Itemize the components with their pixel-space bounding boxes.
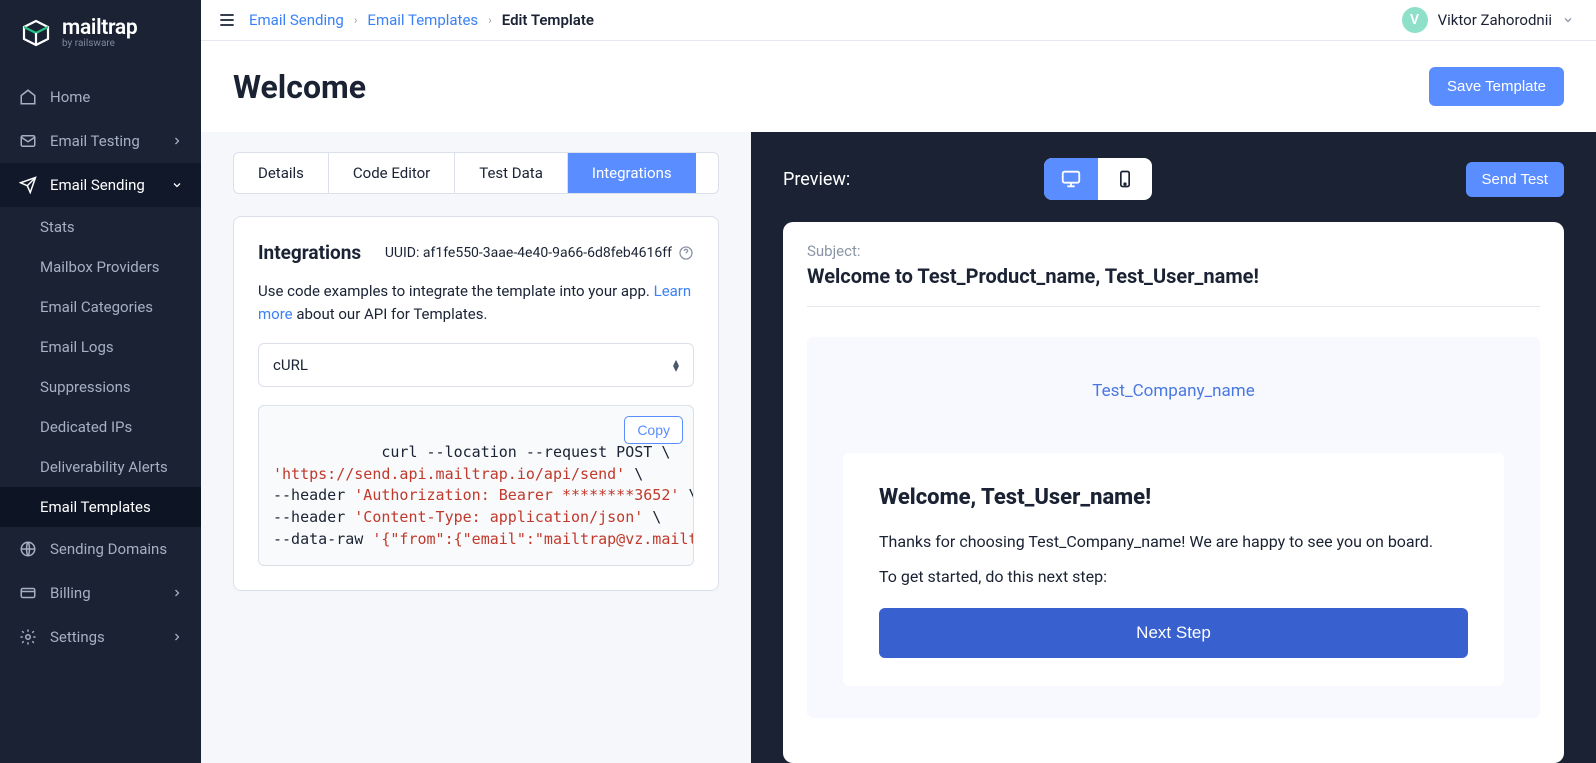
- next-step-button[interactable]: Next Step: [879, 608, 1468, 658]
- welcome-heading: Welcome, Test_User_name!: [879, 485, 1468, 510]
- preview-pane: Preview: Send Test: [751, 132, 1596, 763]
- user-name: Viktor Zahorodnii: [1438, 11, 1552, 29]
- crumb-current: Edit Template: [502, 11, 594, 29]
- tab-code-editor[interactable]: Code Editor: [329, 153, 455, 193]
- view-mobile-button[interactable]: [1098, 158, 1152, 200]
- page-header: Welcome Save Template: [201, 41, 1596, 132]
- select-chevron-icon: ▴▾: [673, 359, 679, 371]
- nav: Home Email Testing Email Sending: [0, 69, 201, 659]
- nav-label: Settings: [50, 628, 105, 646]
- nav-home[interactable]: Home: [0, 75, 201, 119]
- preview-surface: Subject: Welcome to Test_Product_name, T…: [783, 222, 1564, 763]
- gear-icon: [18, 627, 38, 647]
- brand-byline: by railsware: [62, 38, 137, 49]
- body-paragraph-1: Thanks for choosing Test_Company_name! W…: [879, 532, 1468, 551]
- nav-sub-logs[interactable]: Email Logs: [0, 327, 201, 367]
- mailtrap-logo-icon: [20, 17, 52, 49]
- language-select[interactable]: cURL ▴▾: [258, 343, 694, 387]
- chevron-right-icon: ›: [354, 13, 358, 27]
- nav-email-sending[interactable]: Email Sending: [0, 163, 201, 207]
- nav-sub-dedicated[interactable]: Dedicated IPs: [0, 407, 201, 447]
- view-toggle: [1044, 158, 1152, 200]
- home-icon: [18, 87, 38, 107]
- tab-integrations[interactable]: Integrations: [568, 153, 696, 193]
- select-value: cURL: [273, 356, 308, 374]
- chevron-right-icon: [171, 135, 183, 147]
- crumb-email-templates[interactable]: Email Templates: [367, 11, 478, 29]
- nav-settings[interactable]: Settings: [0, 615, 201, 659]
- nav-sub-stats[interactable]: Stats: [0, 207, 201, 247]
- save-template-button[interactable]: Save Template: [1429, 67, 1564, 106]
- chevron-right-icon: [171, 631, 183, 643]
- body-paragraph-2: To get started, do this next step:: [879, 567, 1468, 586]
- email-body: Test_Company_name Welcome, Test_User_nam…: [807, 337, 1540, 718]
- sidebar: mailtrap by railsware Home Email Testing: [0, 0, 201, 763]
- nav-label: Email Testing: [50, 132, 140, 150]
- crumb-email-sending[interactable]: Email Sending: [249, 11, 344, 29]
- tab-details[interactable]: Details: [234, 153, 329, 193]
- nav-billing[interactable]: Billing: [0, 571, 201, 615]
- help-text: Use code examples to integrate the templ…: [258, 280, 694, 325]
- nav-label: Billing: [50, 584, 91, 602]
- subject-label: Subject:: [807, 242, 1540, 260]
- menu-toggle-button[interactable]: [215, 8, 239, 32]
- nav-label: Sending Domains: [50, 540, 167, 558]
- avatar: V: [1402, 7, 1428, 33]
- nav-sub-categories[interactable]: Email Categories: [0, 287, 201, 327]
- subject-line: Welcome to Test_Product_name, Test_User_…: [807, 264, 1540, 307]
- integrations-title: Integrations: [258, 241, 361, 264]
- nav-label: Email Sending: [50, 176, 145, 194]
- hamburger-icon: [217, 10, 237, 30]
- send-test-button[interactable]: Send Test: [1466, 162, 1564, 197]
- nav-sending-domains[interactable]: Sending Domains: [0, 527, 201, 571]
- page-title: Welcome: [233, 68, 366, 106]
- preview-label: Preview:: [783, 169, 850, 190]
- integrations-card: Integrations UUID: af1fe550-3aae-4e40-9a…: [233, 216, 719, 591]
- topbar: Email Sending › Email Templates › Edit T…: [201, 0, 1596, 41]
- nav-sub-templates[interactable]: Email Templates: [0, 487, 201, 527]
- left-pane: Details Code Editor Test Data Integratio…: [201, 132, 751, 763]
- send-icon: [18, 175, 38, 195]
- tabs: Details Code Editor Test Data Integratio…: [233, 152, 719, 194]
- brand-name: mailtrap: [62, 16, 137, 40]
- tab-test-data[interactable]: Test Data: [455, 153, 568, 193]
- mail-check-icon: [18, 131, 38, 151]
- chevron-down-icon: [1562, 14, 1574, 26]
- brand-logo[interactable]: mailtrap by railsware: [0, 0, 201, 69]
- main: Email Sending › Email Templates › Edit T…: [201, 0, 1596, 763]
- uuid-label: UUID: af1fe550-3aae-4e40-9a66-6d8feb4616…: [385, 245, 694, 261]
- chevron-right-icon: ›: [488, 13, 492, 27]
- nav-sub-deliverability[interactable]: Deliverability Alerts: [0, 447, 201, 487]
- globe-icon: [18, 539, 38, 559]
- chevron-right-icon: [171, 587, 183, 599]
- breadcrumb: Email Sending › Email Templates › Edit T…: [249, 11, 594, 29]
- mobile-icon: [1115, 169, 1135, 189]
- nav-email-testing[interactable]: Email Testing: [0, 119, 201, 163]
- help-circle-icon[interactable]: [678, 245, 694, 261]
- nav-label: Home: [50, 88, 90, 106]
- user-menu[interactable]: V Viktor Zahorodnii: [1402, 7, 1574, 33]
- card-icon: [18, 583, 38, 603]
- code-example[interactable]: Copycurl --location --request POST \ 'ht…: [258, 405, 694, 566]
- company-name: Test_Company_name: [843, 381, 1504, 401]
- desktop-icon: [1060, 168, 1082, 190]
- chevron-down-icon: [171, 179, 183, 191]
- copy-button[interactable]: Copy: [624, 416, 683, 444]
- nav-sub-mailbox[interactable]: Mailbox Providers: [0, 247, 201, 287]
- preview-toolbar: Preview: Send Test: [751, 132, 1596, 222]
- nav-sub-suppressions[interactable]: Suppressions: [0, 367, 201, 407]
- view-desktop-button[interactable]: [1044, 158, 1098, 200]
